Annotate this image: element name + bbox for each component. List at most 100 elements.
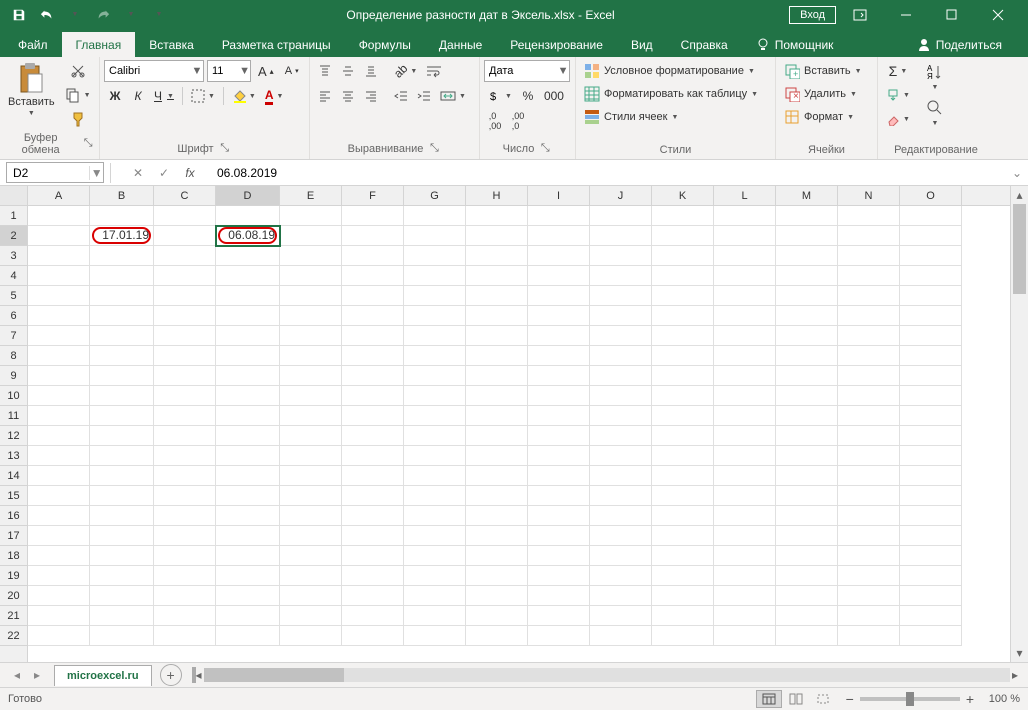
cell[interactable]	[28, 426, 90, 446]
cell[interactable]	[714, 606, 776, 626]
cell[interactable]	[900, 246, 962, 266]
cell[interactable]	[280, 406, 342, 426]
cell[interactable]	[28, 526, 90, 546]
borders-button[interactable]: ▼	[187, 85, 219, 107]
cell[interactable]	[280, 346, 342, 366]
cell[interactable]	[154, 286, 216, 306]
cell[interactable]	[216, 446, 280, 466]
cell[interactable]	[776, 226, 838, 246]
cell[interactable]	[342, 326, 404, 346]
cell[interactable]	[154, 466, 216, 486]
row-header[interactable]: 9	[0, 366, 27, 386]
cell[interactable]	[466, 626, 528, 646]
cell[interactable]	[90, 206, 154, 226]
col-header[interactable]: O	[900, 186, 962, 205]
cell[interactable]	[900, 446, 962, 466]
cell[interactable]	[216, 266, 280, 286]
cell[interactable]	[838, 486, 900, 506]
cell[interactable]	[900, 546, 962, 566]
cell[interactable]	[900, 326, 962, 346]
cell[interactable]	[342, 506, 404, 526]
cell[interactable]	[466, 406, 528, 426]
cell[interactable]	[900, 266, 962, 286]
tab-formulas[interactable]: Формулы	[345, 32, 425, 57]
sheet-next-button[interactable]: ▸	[28, 666, 46, 684]
cell[interactable]	[466, 326, 528, 346]
copy-button[interactable]: ▼	[61, 84, 95, 106]
row-header[interactable]: 16	[0, 506, 27, 526]
cell[interactable]	[404, 546, 466, 566]
cell[interactable]	[154, 306, 216, 326]
hscroll-track[interactable]	[204, 668, 1010, 682]
cell[interactable]	[900, 586, 962, 606]
cell[interactable]	[154, 426, 216, 446]
cell[interactable]	[466, 486, 528, 506]
cell[interactable]	[404, 466, 466, 486]
cell[interactable]	[714, 566, 776, 586]
cell[interactable]	[280, 306, 342, 326]
cell[interactable]	[466, 606, 528, 626]
col-header[interactable]: B	[90, 186, 154, 205]
cell[interactable]	[280, 366, 342, 386]
view-pagebreak-button[interactable]	[810, 690, 836, 708]
vscroll-track[interactable]	[1011, 204, 1028, 644]
paste-button[interactable]: Вставить ▼	[4, 60, 59, 119]
cell[interactable]	[590, 306, 652, 326]
cell[interactable]	[280, 446, 342, 466]
cell[interactable]	[776, 466, 838, 486]
cell[interactable]	[590, 506, 652, 526]
cell[interactable]	[342, 266, 404, 286]
cell[interactable]	[466, 386, 528, 406]
row-header[interactable]: 14	[0, 466, 27, 486]
cell[interactable]	[280, 206, 342, 226]
row-header[interactable]: 12	[0, 426, 27, 446]
cell[interactable]	[590, 366, 652, 386]
col-header[interactable]: K	[652, 186, 714, 205]
col-header[interactable]: C	[154, 186, 216, 205]
cell[interactable]	[342, 486, 404, 506]
fill-color-button[interactable]: ▼	[228, 85, 260, 107]
cell[interactable]	[342, 546, 404, 566]
cell[interactable]	[342, 606, 404, 626]
cell[interactable]	[280, 326, 342, 346]
merge-button[interactable]: ▼	[436, 85, 470, 107]
cell[interactable]	[90, 386, 154, 406]
cell[interactable]	[652, 526, 714, 546]
cell[interactable]	[466, 546, 528, 566]
cell[interactable]	[280, 426, 342, 446]
redo-dd[interactable]: ▼	[118, 3, 144, 27]
cell[interactable]	[900, 366, 962, 386]
col-header[interactable]: G	[404, 186, 466, 205]
cell[interactable]	[342, 206, 404, 226]
cell[interactable]	[90, 306, 154, 326]
zoom-thumb[interactable]	[906, 692, 914, 706]
row-header[interactable]: 13	[0, 446, 27, 466]
tab-file[interactable]: Файл	[4, 32, 62, 57]
cell[interactable]	[590, 626, 652, 646]
cell[interactable]	[342, 566, 404, 586]
cell[interactable]	[714, 546, 776, 566]
col-header[interactable]: N	[838, 186, 900, 205]
font-size-combo[interactable]: ▼	[207, 60, 251, 82]
cell[interactable]	[28, 406, 90, 426]
cell[interactable]	[838, 266, 900, 286]
cell[interactable]	[714, 346, 776, 366]
formula-expand-button[interactable]: ⌄	[1006, 166, 1028, 180]
cell[interactable]	[28, 306, 90, 326]
cell[interactable]	[404, 566, 466, 586]
ribbon-options-icon[interactable]	[838, 0, 882, 29]
cell[interactable]	[776, 586, 838, 606]
zoom-in-button[interactable]: +	[966, 691, 974, 707]
cell[interactable]	[216, 526, 280, 546]
tab-insert[interactable]: Вставка	[135, 32, 208, 57]
cell[interactable]	[90, 546, 154, 566]
cell[interactable]	[466, 346, 528, 366]
col-header[interactable]: E	[280, 186, 342, 205]
cell[interactable]	[28, 466, 90, 486]
cell[interactable]	[590, 266, 652, 286]
cell[interactable]	[280, 286, 342, 306]
cell[interactable]	[90, 466, 154, 486]
cell[interactable]	[714, 446, 776, 466]
cell[interactable]	[154, 406, 216, 426]
cell[interactable]	[528, 486, 590, 506]
